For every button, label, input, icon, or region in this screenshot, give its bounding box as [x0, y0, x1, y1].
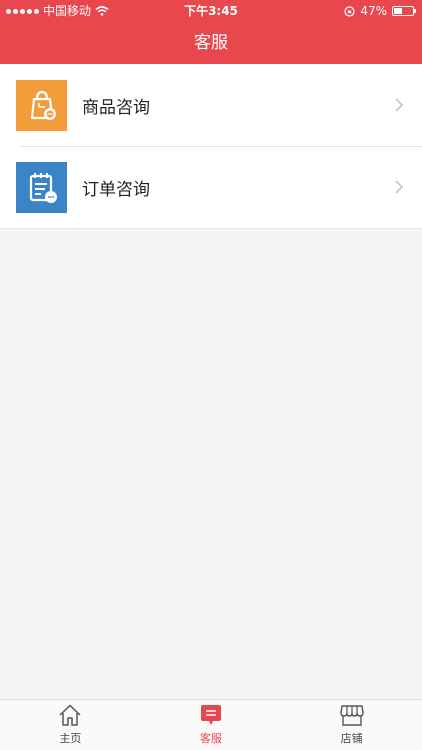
shopping-bag-icon — [16, 79, 67, 131]
tab-label: 主页 — [59, 732, 82, 745]
tab-home[interactable]: 主页 — [0, 700, 141, 750]
order-chat-icon — [16, 161, 67, 213]
tab-store[interactable]: 店铺 — [281, 700, 422, 750]
battery-level — [394, 8, 403, 14]
menu-item-product-consult[interactable]: 商品咨询 — [0, 64, 422, 146]
tab-label: 店铺 — [340, 732, 363, 745]
store-icon — [339, 702, 365, 728]
chat-icon — [198, 702, 224, 728]
battery-percent: 47% — [360, 4, 387, 18]
header: 中国移动 下午3:45 47% 客服 — [0, 0, 422, 64]
tab-service[interactable]: 客服 — [141, 700, 282, 750]
chevron-right-icon — [395, 180, 403, 194]
menu-item-label: 订单咨询 — [82, 179, 150, 200]
status-right: 47% — [344, 0, 416, 22]
tab-label: 客服 — [200, 732, 222, 745]
status-bar: 中国移动 下午3:45 47% — [0, 0, 422, 22]
menu-item-order-consult[interactable]: 订单咨询 — [0, 146, 422, 228]
page-title: 客服 — [194, 33, 228, 53]
orientation-lock-icon — [344, 5, 355, 17]
menu-item-label: 商品咨询 — [82, 97, 150, 118]
battery-icon — [392, 6, 416, 16]
home-icon — [57, 702, 83, 728]
tab-bar: 主页 客服 店铺 — [0, 699, 422, 750]
menu-list: 商品咨询 订单咨询 — [0, 64, 422, 229]
chevron-right-icon — [395, 98, 403, 112]
